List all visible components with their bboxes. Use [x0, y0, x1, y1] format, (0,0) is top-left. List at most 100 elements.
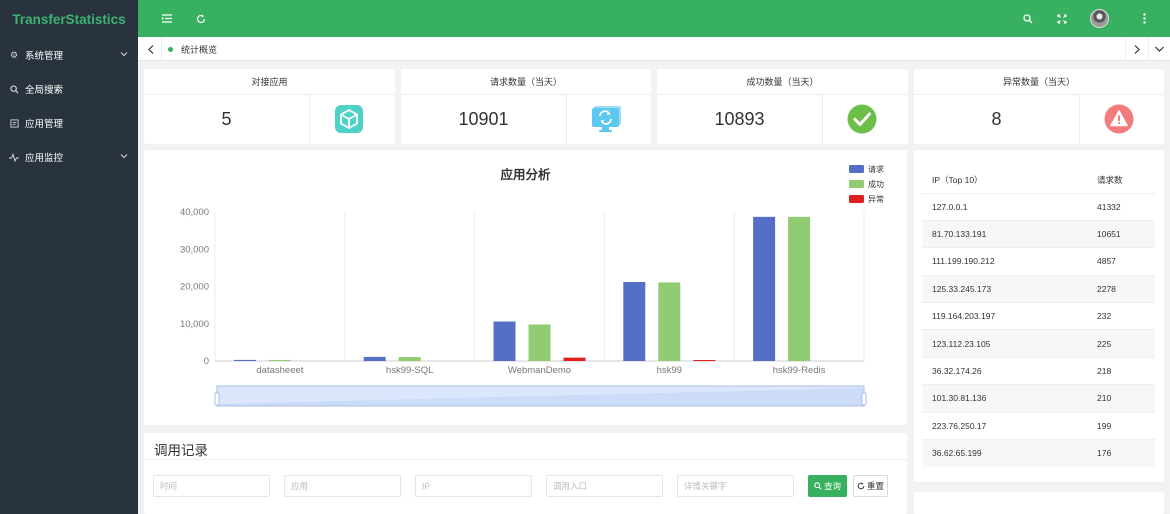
- ip-cell: 36.32.174.26: [922, 356, 1087, 385]
- sidebar-item-label: 应用监控: [25, 153, 64, 164]
- sidebar: TransferStatistics ⚙ 系统管理 全局搜索 应用管理 应用监控: [0, 0, 138, 514]
- stat-value: 10901: [458, 109, 509, 129]
- stat-value: 5: [221, 109, 232, 129]
- app-input[interactable]: [284, 475, 401, 497]
- tab-menu-dropdown-button[interactable]: [1148, 37, 1170, 61]
- count-cell: 176: [1087, 439, 1155, 467]
- refresh-icon[interactable]: [192, 0, 210, 37]
- reset-button[interactable]: 重置: [853, 475, 888, 497]
- sidebar-item-label: 全局搜索: [25, 85, 64, 96]
- x-tick-label: hsk99-Redis: [773, 365, 826, 376]
- reset-button-label: 重置: [866, 481, 884, 491]
- sidebar-item-app-manage[interactable]: 应用管理: [0, 106, 138, 140]
- count-cell: 4857: [1087, 247, 1155, 276]
- ip-cell: 127.0.0.1: [922, 192, 1087, 221]
- side-card-bottom: [914, 492, 1164, 514]
- x-tick-label: datasheeet: [256, 365, 303, 376]
- records-title: 调用记录: [154, 443, 208, 458]
- stat-value: 10893: [714, 109, 765, 129]
- ip-cell: 119.164.203.197: [922, 302, 1087, 330]
- tab-scroll-right-button[interactable]: [1125, 37, 1147, 61]
- table-row: 111.199.190.212 4857: [922, 247, 1155, 276]
- datazoom-window: [216, 385, 865, 407]
- menu-icon[interactable]: [158, 0, 176, 37]
- chart-card: 应用分析 0 10,000 20,000 30,000 40,000 datasheeet…: [144, 150, 907, 425]
- column-header-count: 请求数: [1097, 175, 1123, 186]
- ip-cell: 81.70.133.191: [922, 219, 1087, 248]
- fullscreen-icon[interactable]: [1053, 0, 1071, 37]
- count-cell: 2278: [1087, 274, 1155, 303]
- y-tick-label: 0: [204, 356, 209, 367]
- bar: [493, 321, 516, 361]
- table-row: 125.33.245.173 2278: [922, 274, 1155, 303]
- bar: [563, 357, 586, 361]
- bar: [268, 359, 291, 361]
- search-icon: [814, 482, 822, 490]
- stat-title: 对接应用: [144, 69, 395, 95]
- legend-label: 成功: [868, 179, 884, 189]
- x-tick-label: WebmanDemo: [508, 365, 571, 376]
- stat-card-errors: 异常数量（当天） 8: [914, 69, 1164, 144]
- table-row: 127.0.0.1 41332: [922, 192, 1155, 221]
- chevron-down-icon: [120, 52, 128, 57]
- stat-card-requests: 请求数量（当天） 10901: [401, 69, 651, 144]
- bar: [398, 357, 421, 361]
- datazoom-handle-right: [861, 392, 867, 406]
- table-row: 101.30.81.136 210: [922, 384, 1155, 413]
- active-dot: [168, 46, 173, 52]
- sidebar-item-search[interactable]: 全局搜索: [0, 72, 138, 106]
- stat-value: 8: [991, 109, 1002, 129]
- keyword-input[interactable]: [677, 475, 794, 497]
- count-cell: 41332: [1087, 192, 1155, 221]
- search-icon: [9, 84, 19, 94]
- bar-chart: 0 10,000 20,000 30,000 40,000 datasheeet hsk99…: [180, 164, 884, 407]
- refresh-icon: [857, 482, 865, 490]
- records-card: 调用记录 查询 重置: [144, 433, 907, 514]
- table-row: 223.76.250.17 199: [922, 411, 1155, 440]
- table-row: 36.32.174.26 218: [922, 356, 1155, 385]
- datazoom-handle-left: [214, 392, 220, 406]
- check-circle-icon: [847, 104, 877, 134]
- pulse-icon: [9, 152, 19, 162]
- search-icon[interactable]: [1019, 0, 1037, 37]
- sidebar-item-system[interactable]: ⚙ 系统管理: [0, 38, 138, 72]
- sidebar-item-monitor[interactable]: 应用监控: [0, 140, 138, 174]
- entry-input[interactable]: [546, 475, 663, 497]
- ip-cell: 36.62.65.199: [922, 439, 1087, 467]
- gear-icon: ⚙: [9, 49, 19, 60]
- ip-input[interactable]: [415, 475, 532, 497]
- legend-swatch: [849, 180, 864, 188]
- ip-cell: 125.33.245.173: [922, 274, 1087, 303]
- sidebar-item-label: 系统管理: [25, 51, 64, 62]
- avatar[interactable]: [1090, 9, 1109, 28]
- legend-label: 异常: [868, 195, 884, 204]
- ip-table-card: IP（Top 10） 请求数 127.0.0.1 41332 81.70.133.1…: [914, 150, 1164, 482]
- bar: [788, 216, 811, 361]
- y-tick-label: 40,000: [180, 207, 209, 218]
- bar: [693, 360, 716, 361]
- sidebar-item-label: 应用管理: [25, 119, 64, 130]
- legend-label: 请求: [868, 164, 884, 174]
- table-row: 81.70.133.191 10651: [922, 219, 1155, 248]
- time-input[interactable]: [153, 475, 270, 497]
- tab-scroll-left-button[interactable]: [140, 37, 162, 61]
- legend-swatch: [849, 195, 864, 203]
- count-cell: 199: [1087, 411, 1155, 440]
- bar: [528, 324, 551, 361]
- more-icon[interactable]: [1135, 0, 1153, 37]
- count-cell: 10651: [1087, 219, 1155, 248]
- tab-bar: 统计概览: [138, 37, 1170, 61]
- ip-cell: 223.76.250.17: [922, 411, 1087, 440]
- ip-cell: 101.30.81.136: [922, 384, 1087, 413]
- stat-card-apps: 对接应用 5: [144, 69, 395, 144]
- stat-title: 请求数量（当天）: [401, 69, 651, 95]
- table-row: 36.62.65.199 176: [922, 439, 1155, 467]
- search-button[interactable]: 查询: [808, 475, 847, 497]
- stat-title: 异常数量（当天）: [914, 69, 1164, 95]
- bar: [363, 356, 386, 361]
- tab-overview[interactable]: 统计概览: [168, 37, 217, 61]
- monitor-refresh-icon: [592, 106, 621, 132]
- legend-swatch: [849, 165, 864, 173]
- tab-label: 统计概览: [181, 44, 218, 55]
- bar: [753, 216, 776, 361]
